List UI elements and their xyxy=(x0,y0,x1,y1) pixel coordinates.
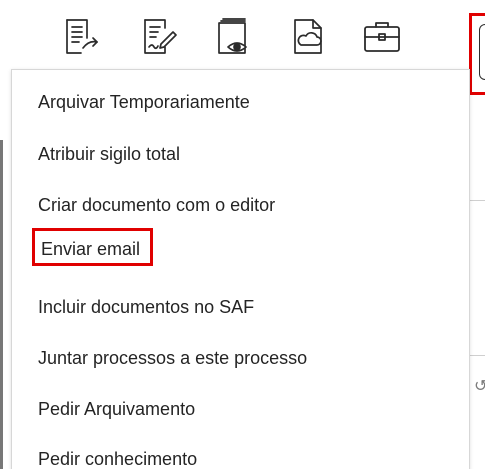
menu-item-juntar-processos[interactable]: Juntar processos a este processo xyxy=(38,343,307,373)
more-options-highlight xyxy=(469,13,485,95)
menu-item-incluir-documentos-saf[interactable]: Incluir documentos no SAF xyxy=(38,292,254,322)
background-partial-icon: ↺ xyxy=(474,378,485,395)
menu-item-arquivar-temporariamente[interactable]: Arquivar Temporariamente xyxy=(38,87,250,117)
briefcase-icon[interactable] xyxy=(359,14,405,60)
more-options-menu: Arquivar Temporariamente Atribuir sigilo… xyxy=(11,69,470,469)
menu-item-pedir-conhecimento[interactable]: Pedir conhecimento xyxy=(38,444,197,469)
menu-item-pedir-arquivamento[interactable]: Pedir Arquivamento xyxy=(38,394,195,424)
toolbar xyxy=(58,8,485,95)
background-divider xyxy=(470,200,485,201)
cloud-document-icon[interactable] xyxy=(286,14,332,60)
more-options-button[interactable] xyxy=(479,24,485,80)
document-view-icon[interactable] xyxy=(211,14,257,60)
background-divider-lower xyxy=(470,355,485,356)
menu-item-atribuir-sigilo-total[interactable]: Atribuir sigilo total xyxy=(38,139,180,169)
document-sign-icon[interactable] xyxy=(136,14,182,60)
page-canvas: ↺ Arquivar Temporariamente Atribuir sigi… xyxy=(0,0,485,469)
document-share-icon[interactable] xyxy=(58,14,104,60)
background-panel-edge xyxy=(0,140,3,469)
menu-item-enviar-email[interactable]: Enviar email xyxy=(32,228,154,266)
menu-item-criar-documento-editor[interactable]: Criar documento com o editor xyxy=(38,190,275,220)
